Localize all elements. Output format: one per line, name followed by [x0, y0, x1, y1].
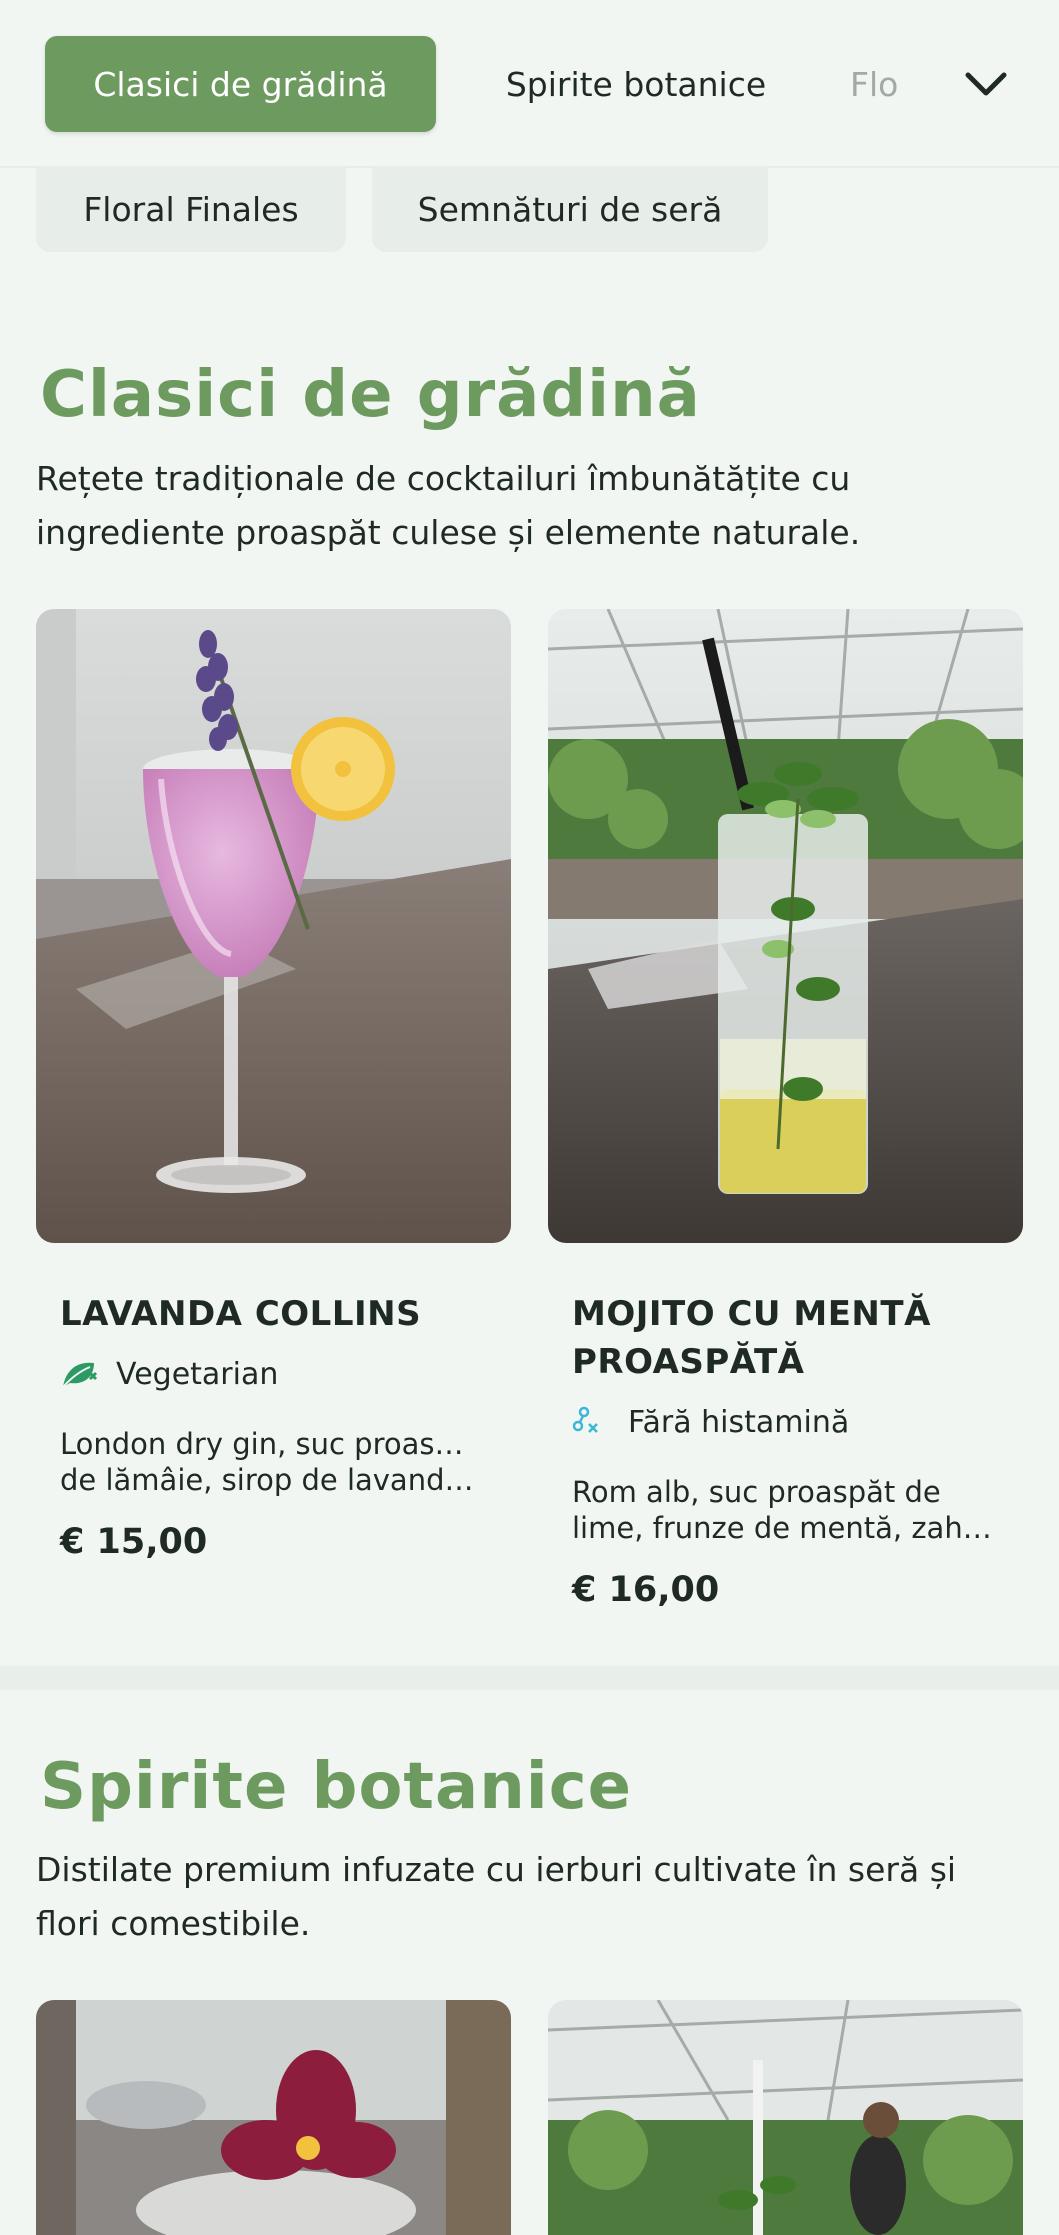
mint-mojito-photo[interactable]: [548, 609, 1023, 1243]
menu-item-description: Rom alb, suc proaspăt de lime, frunze de…: [572, 1475, 992, 1545]
diet-badge: Vegetarian: [60, 1354, 278, 1394]
section-divider: [0, 1666, 1059, 1690]
menu-item-name[interactable]: MOJITO CU MENTĂ PROASPĂTĂ: [572, 1290, 1002, 1386]
chevron-down-icon[interactable]: [960, 58, 1012, 110]
histamine-free-icon: [572, 1402, 612, 1442]
tab-spirite-botanice[interactable]: Spirite botanice: [475, 36, 797, 132]
category-nav: Clasici de grădină Spirite botanice Flo: [0, 0, 1059, 168]
tab-semnaturi-de-sera[interactable]: Semnături de seră: [372, 166, 768, 252]
diet-label: Vegetarian: [116, 1356, 279, 1392]
tab-floral-finales-truncated[interactable]: Flo: [850, 36, 910, 132]
tab-clasici-de-gradina[interactable]: Clasici de grădină: [45, 36, 436, 132]
section-title: Clasici de grădină: [40, 358, 701, 432]
menu-item-name[interactable]: LAVANDA COLLINS: [60, 1290, 490, 1338]
menu-item-price: € 16,00: [572, 1570, 720, 1610]
menu-item-price: € 15,00: [60, 1522, 208, 1562]
section-title: Spirite botanice: [40, 1750, 633, 1824]
category-nav-overflow: Floral Finales Semnături de seră: [0, 166, 1059, 252]
pink-lavender-cocktail-photo[interactable]: [36, 609, 511, 1243]
menu-item-description: London dry gin, suc proaspăt de lămâie, …: [60, 1427, 480, 1497]
diet-badge: Fără histamină: [572, 1402, 849, 1442]
greenhouse-herb-cocktail-photo[interactable]: [548, 2000, 1023, 2235]
section-description: Rețete tradiționale de cocktailuri îmbun…: [36, 459, 861, 552]
section-description: Distilate premium infuzate cu ierburi cu…: [36, 1850, 957, 1943]
tab-floral-finales[interactable]: Floral Finales: [36, 166, 346, 252]
diet-label: Fără histamină: [628, 1404, 850, 1440]
flower-garnished-cocktail-photo[interactable]: [36, 2000, 511, 2235]
vegetarian-leaf-icon: [60, 1354, 100, 1394]
